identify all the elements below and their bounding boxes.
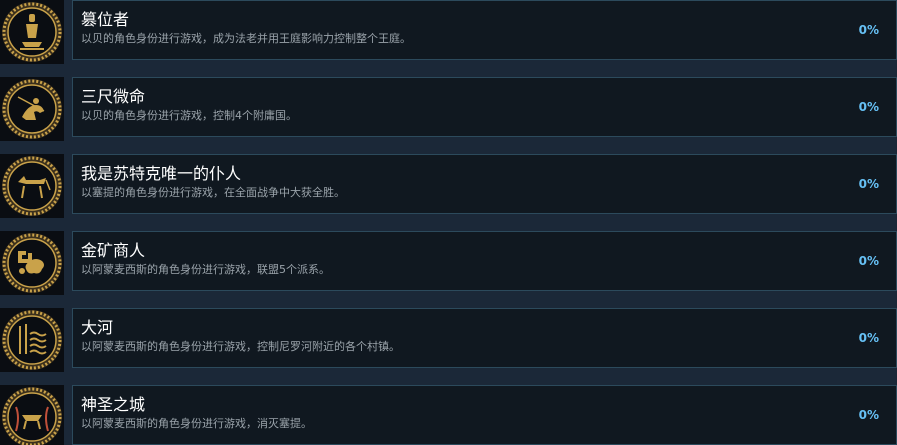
achievement-description: 以塞提的角色身份进行游戏，在全面战争中大获全胜。 xyxy=(81,186,345,199)
achievement-title: 金矿商人 xyxy=(81,241,146,260)
achievement-title: 大河 xyxy=(81,318,114,337)
achievement-description: 以阿蒙麦西斯的角色身份进行游戏，消灭塞提。 xyxy=(81,417,312,430)
achievement-panel: 篡位者 以贝的角色身份进行游戏，成为法老并用王庭影响力控制整个王庭。 0% xyxy=(72,0,897,60)
achievement-description: 以阿蒙麦西斯的角色身份进行游戏，控制尼罗河附近的各个村镇。 xyxy=(81,340,400,353)
achievement-panel: 金矿商人 以阿蒙麦西斯的角色身份进行游戏，联盟5个派系。 0% xyxy=(72,231,897,291)
jackal-icon xyxy=(0,154,64,218)
achievement-description: 以贝的角色身份进行游戏，控制4个附庸国。 xyxy=(81,109,297,122)
achievement-percent: 0% xyxy=(858,331,879,345)
achievement-row[interactable]: 三尺微命 以贝的角色身份进行游戏，控制4个附庸国。 0% xyxy=(0,77,897,147)
crouching-soldier-icon xyxy=(0,77,64,141)
achievement-panel: 我是苏特克唯一的仆人 以塞提的角色身份进行游戏，在全面战争中大获全胜。 0% xyxy=(72,154,897,214)
achievement-percent: 0% xyxy=(858,100,879,114)
achievement-title: 篡位者 xyxy=(81,10,130,29)
achievement-panel: 神圣之城 以阿蒙麦西斯的角色身份进行游戏，消灭塞提。 0% xyxy=(72,385,897,445)
achievement-percent: 0% xyxy=(858,408,879,422)
achievement-title: 我是苏特克唯一的仆人 xyxy=(81,164,242,183)
achievement-percent: 0% xyxy=(858,254,879,268)
achievement-list: 篡位者 以贝的角色身份进行游戏，成为法老并用王庭影响力控制整个王庭。 0% 三尺… xyxy=(0,0,897,445)
sacred-beast-icon xyxy=(0,385,64,445)
achievement-panel: 大河 以阿蒙麦西斯的角色身份进行游戏，控制尼罗河附近的各个村镇。 0% xyxy=(72,308,897,368)
achievement-row[interactable]: 我是苏特克唯一的仆人 以塞提的角色身份进行游戏，在全面战争中大获全胜。 0% xyxy=(0,154,897,224)
achievement-title: 神圣之城 xyxy=(81,395,146,414)
achievement-row[interactable]: 篡位者 以贝的角色身份进行游戏，成为法老并用王庭影响力控制整个王庭。 0% xyxy=(0,0,897,70)
achievement-row[interactable]: 金矿商人 以阿蒙麦西斯的角色身份进行游戏，联盟5个派系。 0% xyxy=(0,231,897,301)
gold-nuggets-icon xyxy=(0,231,64,295)
achievement-row[interactable]: 神圣之城 以阿蒙麦西斯的角色身份进行游戏，消灭塞提。 0% xyxy=(0,385,897,445)
achievement-percent: 0% xyxy=(858,23,879,37)
achievement-description: 以阿蒙麦西斯的角色身份进行游戏，联盟5个派系。 xyxy=(81,263,330,276)
achievement-title: 三尺微命 xyxy=(81,87,146,106)
achievement-description: 以贝的角色身份进行游戏，成为法老并用王庭影响力控制整个王庭。 xyxy=(81,32,411,45)
achievement-row[interactable]: 大河 以阿蒙麦西斯的角色身份进行游戏，控制尼罗河附近的各个村镇。 0% xyxy=(0,308,897,378)
achievement-percent: 0% xyxy=(858,177,879,191)
achievement-panel: 三尺微命 以贝的角色身份进行游戏，控制4个附庸国。 0% xyxy=(72,77,897,137)
crowned-figure-icon xyxy=(0,0,64,64)
river-waves-icon xyxy=(0,308,64,372)
